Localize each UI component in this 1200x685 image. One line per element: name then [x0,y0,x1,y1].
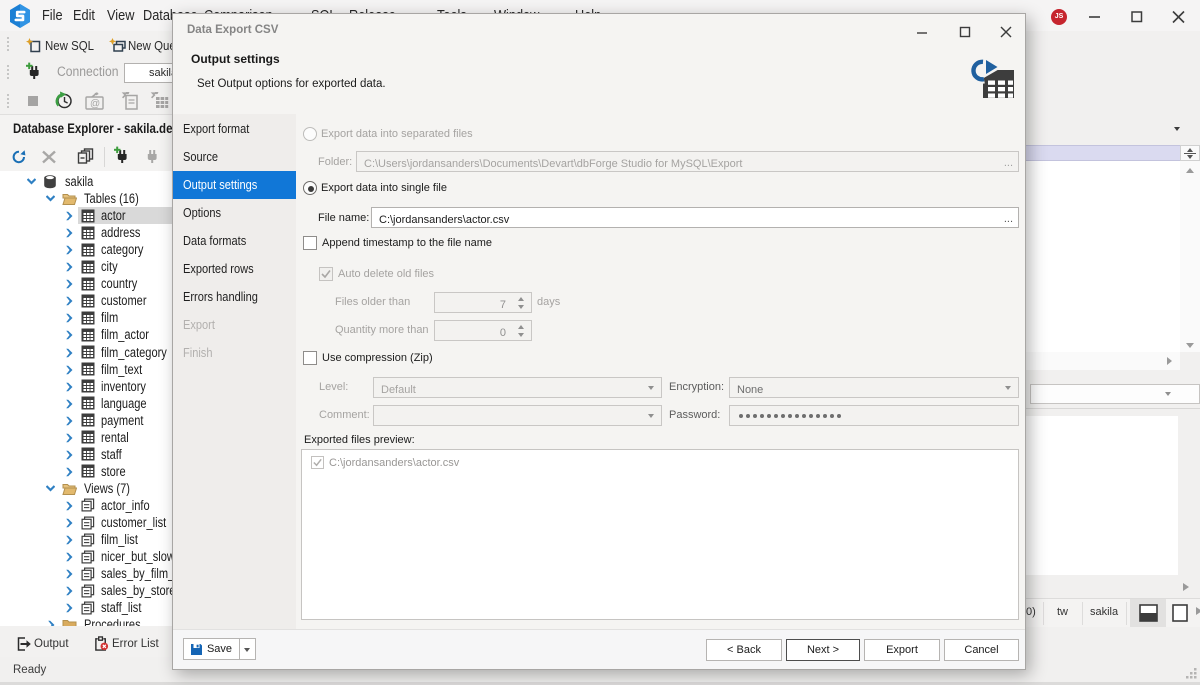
svg-text:@: @ [90,99,100,110]
